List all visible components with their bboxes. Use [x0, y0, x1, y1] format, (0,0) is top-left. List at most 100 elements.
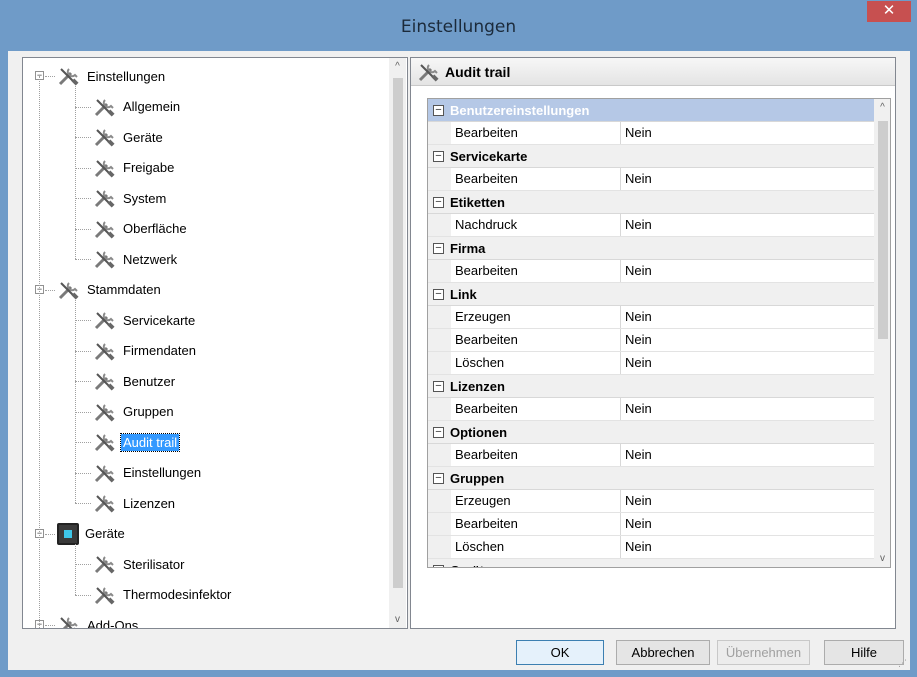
- row-gutter: [428, 444, 451, 466]
- tree-item[interactable]: Gruppen: [93, 400, 176, 424]
- tree-item-label: Geräte: [123, 129, 163, 145]
- tree-scroll-down-icon[interactable]: v: [389, 611, 406, 628]
- category-row[interactable]: − Benutzereinstellungen: [428, 99, 874, 122]
- property-row[interactable]: Löschen Nein: [428, 536, 874, 559]
- category-row[interactable]: − Gruppen: [428, 467, 874, 490]
- tree-item[interactable]: Lizenzen: [93, 491, 177, 515]
- property-row[interactable]: Bearbeiten Nein: [428, 168, 874, 191]
- property-value[interactable]: Nein: [621, 306, 652, 328]
- tree-item[interactable]: Audit trail: [93, 430, 181, 454]
- grid-scroll-thumb[interactable]: [878, 121, 888, 339]
- category-row[interactable]: − Etiketten: [428, 191, 874, 214]
- tree-item[interactable]: Netzwerk: [93, 247, 179, 271]
- collapse-icon[interactable]: −: [433, 242, 444, 254]
- apply-button[interactable]: Übernehmen: [717, 640, 810, 665]
- close-button[interactable]: ✕: [867, 1, 911, 22]
- grid-scroll-down-icon[interactable]: v: [874, 550, 890, 567]
- tree-item[interactable]: Einstellungen: [93, 461, 203, 485]
- property-value[interactable]: Nein: [621, 168, 652, 190]
- property-row[interactable]: Bearbeiten Nein: [428, 260, 874, 283]
- property-value[interactable]: Nein: [621, 513, 652, 535]
- category-name: Link: [450, 286, 477, 302]
- tree-item[interactable]: Geräte: [93, 125, 165, 149]
- property-row[interactable]: Bearbeiten Nein: [428, 329, 874, 352]
- property-value[interactable]: Nein: [621, 536, 652, 558]
- property-value[interactable]: Nein: [621, 122, 652, 144]
- tools-icon: [94, 556, 115, 574]
- settings-tree[interactable]: − Einstellungen Allgemein Geräte Freigabe Sys…: [22, 57, 408, 629]
- tree-item-label: System: [123, 190, 167, 206]
- collapse-icon[interactable]: −: [433, 380, 444, 392]
- tree-connector-line: [39, 76, 40, 628]
- tree-scroll-up-icon[interactable]: ^: [389, 58, 406, 75]
- property-row[interactable]: Bearbeiten Nein: [428, 513, 874, 536]
- window-title: Einstellungen: [400, 17, 517, 37]
- tree-item-label: Einstellungen: [123, 465, 202, 480]
- tree-item[interactable]: Servicekarte: [93, 308, 197, 332]
- tree-item[interactable]: Stammdaten: [57, 278, 163, 302]
- tree-item[interactable]: Einstellungen: [57, 64, 167, 88]
- property-row[interactable]: Nachdruck Nein: [428, 214, 874, 237]
- tree-item[interactable]: Freigabe: [93, 156, 176, 180]
- tree-item[interactable]: Benutzer: [93, 369, 177, 393]
- category-row[interactable]: − Servicekarte: [428, 145, 874, 168]
- tree-item[interactable]: Add-Ons: [57, 613, 140, 628]
- tools-icon: [94, 373, 115, 391]
- property-value[interactable]: Nein: [621, 329, 652, 351]
- category-row[interactable]: − Link: [428, 283, 874, 306]
- property-value[interactable]: Nein: [621, 352, 652, 374]
- tree-item[interactable]: Sterilisator: [93, 552, 186, 576]
- tree-item[interactable]: System: [93, 186, 168, 210]
- grid-scrollbar[interactable]: ^ v: [874, 99, 890, 567]
- title-bar[interactable]: Einstellungen ✕: [0, 0, 917, 51]
- panel-header: Audit trail: [411, 58, 895, 86]
- tools-icon: [94, 586, 115, 605]
- property-row[interactable]: Bearbeiten Nein: [428, 444, 874, 467]
- property-name: Bearbeiten: [451, 398, 621, 420]
- property-value[interactable]: Nein: [621, 260, 652, 282]
- category-row[interactable]: − Optionen: [428, 421, 874, 444]
- property-value[interactable]: Nein: [621, 490, 652, 512]
- collapse-icon[interactable]: −: [433, 426, 444, 438]
- category-row[interactable]: − Geräte: [428, 559, 874, 567]
- tree-connector-line: [75, 259, 91, 260]
- category-row[interactable]: − Firma: [428, 237, 874, 260]
- property-row[interactable]: Erzeugen Nein: [428, 490, 874, 513]
- tree-item[interactable]: Allgemein: [93, 95, 182, 119]
- row-gutter: [428, 352, 451, 374]
- property-grid[interactable]: − Benutzereinstellungen Bearbeiten Nein − Ser…: [427, 98, 891, 568]
- property-name: Bearbeiten: [451, 329, 621, 351]
- tree-item[interactable]: Firmendaten: [93, 339, 198, 363]
- tree-item[interactable]: Oberfläche: [93, 217, 189, 241]
- property-row[interactable]: Löschen Nein: [428, 352, 874, 375]
- resize-grip-icon[interactable]: ⋰: [898, 658, 908, 668]
- cancel-button[interactable]: Abbrechen: [616, 640, 710, 665]
- category-row[interactable]: − Lizenzen: [428, 375, 874, 398]
- tree-item[interactable]: Geräte: [57, 522, 127, 546]
- help-button[interactable]: Hilfe: [824, 640, 904, 665]
- collapse-icon[interactable]: −: [433, 150, 444, 162]
- property-row[interactable]: Erzeugen Nein: [428, 306, 874, 329]
- row-gutter: [428, 214, 451, 236]
- tree-connector-line: [75, 350, 91, 352]
- ok-button[interactable]: OK: [516, 640, 604, 665]
- tree-connector-line: [75, 320, 91, 321]
- tree-item[interactable]: Thermodesinfektor: [93, 583, 233, 607]
- collapse-icon[interactable]: −: [433, 564, 444, 567]
- tree-connector-line: [45, 533, 55, 535]
- grid-scroll-up-icon[interactable]: ^: [874, 99, 890, 116]
- tree-scrollbar[interactable]: ^ v: [389, 58, 406, 628]
- property-row[interactable]: Bearbeiten Nein: [428, 398, 874, 421]
- collapse-icon[interactable]: −: [433, 288, 444, 300]
- property-value[interactable]: Nein: [621, 398, 652, 420]
- row-gutter: [428, 122, 451, 144]
- collapse-icon[interactable]: −: [433, 196, 444, 208]
- collapse-icon[interactable]: −: [433, 472, 444, 484]
- collapse-icon[interactable]: −: [433, 104, 444, 116]
- tree-scroll-thumb[interactable]: [393, 78, 403, 588]
- property-row[interactable]: Bearbeiten Nein: [428, 122, 874, 145]
- tools-icon: [94, 98, 115, 117]
- property-value[interactable]: Nein: [621, 444, 652, 466]
- tree-connector-line: [45, 76, 55, 77]
- property-value[interactable]: Nein: [621, 214, 652, 236]
